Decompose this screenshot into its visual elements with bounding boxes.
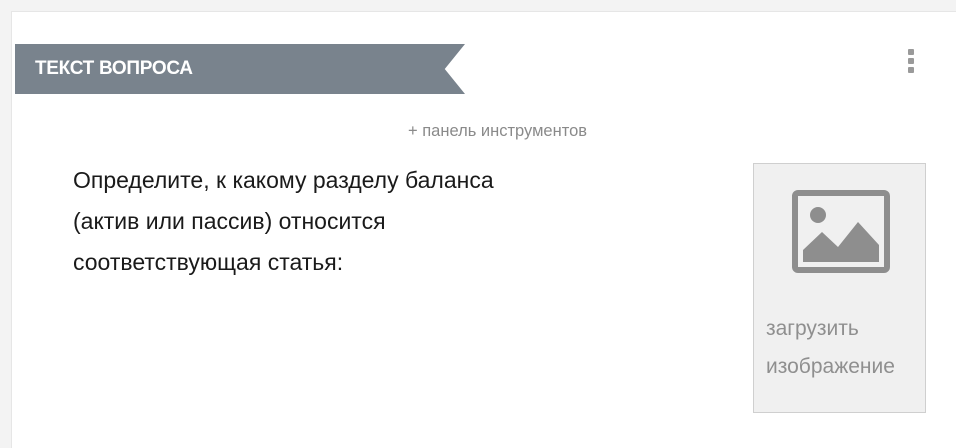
section-title: ТЕКСТ ВОПРОСА	[35, 58, 193, 79]
kebab-dot	[908, 67, 914, 73]
more-options-button[interactable]	[900, 49, 922, 89]
image-upload-button[interactable]: загрузить изображение	[753, 163, 926, 413]
question-text-line: соответствующая статья:	[73, 249, 344, 275]
image-icon	[792, 190, 890, 273]
kebab-dot	[908, 49, 914, 55]
kebab-dot	[908, 58, 914, 64]
question-text-editor[interactable]: Определите, к какому разделу баланса (ак…	[73, 160, 713, 283]
question-text-line: Определите, к какому разделу баланса	[73, 167, 494, 193]
question-text-line: (актив или пассив) относится	[73, 208, 386, 234]
upload-image-label: загрузить изображение	[766, 317, 895, 378]
toolbar-toggle-link[interactable]: + панель инструментов	[408, 121, 587, 141]
